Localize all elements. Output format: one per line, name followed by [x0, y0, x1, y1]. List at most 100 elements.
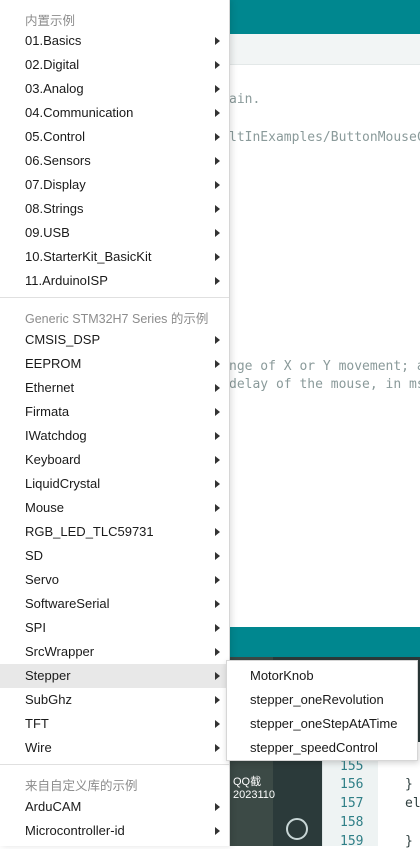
line-number: 155 [340, 759, 364, 774]
menu-item-label: SubGhz [25, 692, 72, 707]
chevron-right-icon [215, 408, 220, 416]
menu-item-iwatchdog[interactable]: IWatchdog [0, 424, 229, 448]
submenu-item-label: stepper_speedControl [250, 740, 378, 755]
stepper-submenu: MotorKnob stepper_oneRevolution stepper_… [226, 660, 418, 761]
chevron-right-icon [215, 528, 220, 536]
menu-item-starterkit[interactable]: 10.StarterKit_BasicKit [0, 245, 229, 269]
line-number: 158 [340, 815, 364, 830]
chevron-right-icon [215, 624, 220, 632]
chevron-right-icon [215, 109, 220, 117]
menu-item-spi[interactable]: SPI [0, 616, 229, 640]
menu-item-wire[interactable]: Wire [0, 736, 229, 760]
chevron-right-icon [215, 648, 220, 656]
menu-item-digital[interactable]: 02.Digital [0, 53, 229, 77]
menu-item-label: SD [25, 548, 44, 563]
menu-item-basics[interactable]: 01.Basics [0, 29, 229, 53]
menu-item-liquidcrystal[interactable]: LiquidCrystal [0, 472, 229, 496]
avatar-icon[interactable] [286, 818, 308, 840]
menu-item-cmsis-dsp[interactable]: CMSIS_DSP [0, 328, 229, 352]
line-number: 159 [340, 834, 364, 849]
custom-examples-header: 来自自定义库的示例 [25, 779, 138, 793]
menu-item-analog[interactable]: 03.Analog [0, 77, 229, 101]
menu-item-rgb-led[interactable]: RGB_LED_TLC59731 [0, 520, 229, 544]
code-line: ain. [229, 92, 261, 107]
chevron-right-icon [215, 432, 220, 440]
submenu-item-speedcontrol[interactable]: stepper_speedControl [227, 736, 417, 760]
menu-item-label: Servo [25, 572, 59, 587]
menu-item-usb[interactable]: 09.USB [0, 221, 229, 245]
menu-item-label: Microcontroller-id [25, 823, 125, 838]
menu-item-arduinoisp[interactable]: 11.ArduinoISP [0, 269, 229, 293]
chevron-right-icon [215, 803, 220, 811]
menu-item-label: 03.Analog [25, 81, 84, 96]
menu-item-strings[interactable]: 08.Strings [0, 197, 229, 221]
menu-item-display[interactable]: 07.Display [0, 173, 229, 197]
menu-item-microcontroller-id[interactable]: Microcontroller-id [0, 819, 229, 843]
menu-item-label: SPI [25, 620, 46, 635]
submenu-item-label: stepper_oneRevolution [250, 692, 384, 707]
submenu-item-label: stepper_oneStepAtATime [250, 716, 398, 731]
code-line: delay of the mouse, in ms [229, 377, 420, 392]
examples-menu: 内置示例 01.Basics 02.Digital 03.Analog 04.C… [0, 0, 230, 846]
chevron-right-icon [215, 827, 220, 835]
chevron-right-icon [215, 253, 220, 261]
menu-item-control[interactable]: 05.Control [0, 125, 229, 149]
chevron-right-icon [215, 360, 220, 368]
menu-item-sd[interactable]: SD [0, 544, 229, 568]
line-number: 157 [340, 796, 364, 811]
line-number: 156 [340, 777, 364, 792]
menu-item-eeprom[interactable]: EEPROM [0, 352, 229, 376]
menu-item-servo[interactable]: Servo [0, 568, 229, 592]
menu-item-tft[interactable]: TFT [0, 712, 229, 736]
chevron-right-icon [215, 277, 220, 285]
chevron-right-icon [215, 600, 220, 608]
submenu-item-label: MotorKnob [250, 668, 314, 683]
menu-item-keyboard[interactable]: Keyboard [0, 448, 229, 472]
menu-item-label: 02.Digital [25, 57, 80, 72]
submenu-item-onerevolution[interactable]: stepper_oneRevolution [227, 688, 417, 712]
chevron-right-icon [215, 229, 220, 237]
chevron-right-icon [215, 696, 220, 704]
menu-item-label: EEPROM [25, 356, 82, 371]
chevron-right-icon [215, 157, 220, 165]
menu-item-ethernet[interactable]: Ethernet [0, 376, 229, 400]
menu-item-label: 11.ArduinoISP [25, 273, 108, 288]
menu-item-arducam[interactable]: ArduCAM [0, 795, 229, 819]
menu-item-label: ArduCAM [25, 799, 82, 814]
code-line: ltInExamples/ButtonMouseC [229, 130, 420, 145]
taskbar-label: QQ截 [233, 776, 262, 788]
submenu-item-motorknob[interactable]: MotorKnob [227, 664, 417, 688]
builtin-examples-header: 内置示例 [25, 14, 76, 28]
chevron-right-icon [215, 133, 220, 141]
code-text: } [405, 834, 413, 849]
chevron-right-icon [215, 480, 220, 488]
menu-item-subghz[interactable]: SubGhz [0, 688, 229, 712]
menu-item-label: Mouse [25, 500, 65, 515]
menu-item-label: CMSIS_DSP [25, 332, 101, 347]
menu-item-label: SrcWrapper [25, 644, 95, 659]
menu-item-label: 01.Basics [25, 33, 82, 48]
chevron-right-icon [215, 456, 220, 464]
menu-item-label: 04.Communication [25, 105, 134, 120]
menu-item-firmata[interactable]: Firmata [0, 400, 229, 424]
chevron-right-icon [215, 205, 220, 213]
menu-item-stepper[interactable]: Stepper [0, 664, 229, 688]
menu-divider [0, 297, 229, 298]
chevron-right-icon [215, 384, 220, 392]
menu-item-label: 07.Display [25, 177, 86, 192]
menu-item-label: TFT [25, 716, 49, 731]
taskbar-label: 2023110 [233, 789, 276, 801]
menu-divider [0, 764, 229, 765]
menu-item-sensors[interactable]: 06.Sensors [0, 149, 229, 173]
menu-item-label: LiquidCrystal [25, 476, 101, 491]
menu-item-communication[interactable]: 04.Communication [0, 101, 229, 125]
chevron-right-icon [215, 672, 220, 680]
menu-item-label: 10.StarterKit_BasicKit [25, 249, 152, 264]
board-examples-header: Generic STM32H7 Series 的示例 [25, 312, 209, 326]
menu-item-label: Keyboard [25, 452, 81, 467]
menu-item-label: SoftwareSerial [25, 596, 110, 611]
menu-item-softwareserial[interactable]: SoftwareSerial [0, 592, 229, 616]
menu-item-mouse[interactable]: Mouse [0, 496, 229, 520]
menu-item-srcwrapper[interactable]: SrcWrapper [0, 640, 229, 664]
submenu-item-onestepatatime[interactable]: stepper_oneStepAtATime [227, 712, 417, 736]
